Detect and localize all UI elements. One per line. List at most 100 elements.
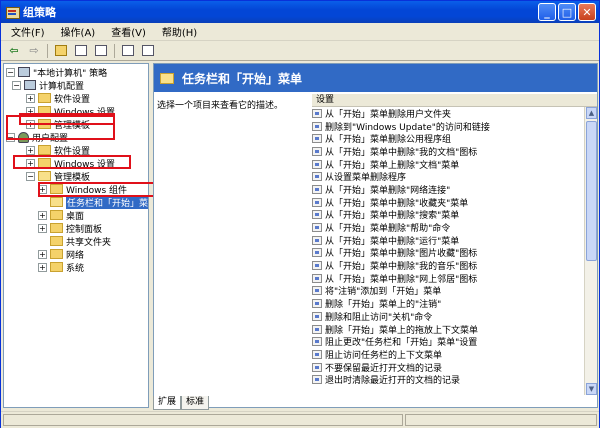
tree-windows-settings-2[interactable]: + Windows 设置 [26, 157, 116, 170]
collapse-icon[interactable]: − [26, 171, 35, 181]
policy-setting-icon [312, 286, 322, 296]
policy-setting-icon [312, 121, 322, 131]
list-item[interactable]: 从「开始」菜单上删除"文档"菜单 [312, 158, 584, 171]
list-item[interactable]: 从「开始」菜单中删除"运行"菜单 [312, 234, 584, 247]
tree-system[interactable]: + 系统 [38, 261, 84, 274]
open-folder-icon [160, 72, 174, 84]
list-item[interactable]: 将"注销"添加到「开始」菜单 [312, 285, 584, 297]
expand-icon[interactable]: + [38, 210, 47, 220]
toolbar: ⇦ ⇨ [1, 41, 599, 61]
help-icon[interactable] [119, 43, 137, 59]
folder-icon [50, 210, 63, 220]
expand-icon[interactable]: + [26, 106, 35, 116]
column-header-settings[interactable]: 设置 [312, 94, 597, 107]
list-item[interactable]: 从「开始」菜单中删除"我的文档"图标 [312, 145, 584, 158]
tree-root[interactable]: − "本地计算机" 策略 [6, 66, 107, 79]
expand-icon[interactable]: + [38, 262, 47, 272]
policy-setting-icon [312, 349, 322, 359]
menu-file[interactable]: 文件(F) [3, 24, 53, 39]
list-item[interactable]: 阻止更改"任务栏和「开始」菜单"设置 [312, 335, 584, 348]
policy-setting-icon [312, 108, 322, 118]
list-item[interactable]: 从「开始」菜单删除公用程序组 [312, 132, 584, 145]
list-item[interactable]: 阻止访问任务栏的上下文菜单 [312, 348, 584, 361]
menu-action[interactable]: 操作(A) [53, 24, 104, 39]
show-tree-icon[interactable] [72, 43, 90, 59]
list-item[interactable]: 从设置菜单删除程序 [312, 170, 584, 183]
list-item[interactable]: 删除到"Windows Update"的访问和链接 [312, 120, 584, 133]
policy-setting-icon [312, 273, 322, 283]
tree-label: 网络 [66, 250, 85, 261]
policy-setting-icon [312, 299, 322, 309]
tree-label: Windows 设置 [54, 159, 116, 170]
expand-icon[interactable]: + [38, 223, 47, 233]
properties-icon[interactable] [139, 43, 157, 59]
tree-label: 计算机配置 [39, 81, 85, 92]
policy-setting-icon [312, 337, 322, 347]
vertical-scrollbar[interactable]: ▲ ▼ [584, 107, 597, 395]
up-folder-icon[interactable] [52, 43, 70, 59]
tree-admin-templates-1[interactable]: + 管理模板 [26, 118, 90, 131]
settings-list: 从「开始」菜单删除用户文件夹 删除到"Windows Update"的访问和链接… [312, 107, 584, 395]
tab-extended[interactable]: 扩展 [153, 396, 182, 410]
tree-computer-config[interactable]: − 计算机配置 [12, 79, 85, 92]
expand-icon[interactable]: + [26, 145, 35, 155]
description-text: 选择一个项目来查看它的描述。 [157, 101, 284, 111]
expand-icon[interactable]: + [38, 249, 47, 259]
status-cell [3, 414, 403, 426]
scroll-thumb[interactable] [586, 121, 597, 261]
expand-icon[interactable]: + [26, 158, 35, 168]
list-item[interactable]: 从「开始」菜单删除"网络连接" [312, 183, 584, 196]
toolbar-separator [47, 43, 48, 58]
tree-taskbar-start[interactable]: 任务栏和「开始」菜单 [38, 195, 148, 209]
list-item[interactable]: 删除和阻止访问"关机"命令 [312, 310, 584, 323]
list-item[interactable]: 从「开始」菜单删除用户文件夹 [312, 107, 584, 120]
tree-windows-components[interactable]: + Windows 组件 [38, 183, 127, 196]
list-item[interactable]: 从「开始」菜单中删除"收藏夹"菜单 [312, 196, 584, 209]
list-item[interactable]: 删除「开始」菜单上的拖放上下文菜单 [312, 323, 584, 336]
list-item[interactable]: 删除「开始」菜单上的"注销" [312, 297, 584, 310]
expand-icon[interactable]: + [38, 184, 47, 194]
tree-label: 任务栏和「开始」菜单 [66, 195, 148, 209]
tree-user-config[interactable]: − 用户配置 [6, 131, 68, 144]
tree-software-settings-1[interactable]: + 软件设置 [26, 92, 91, 105]
tree-control-panel[interactable]: + 控制面板 [38, 222, 102, 235]
list-item[interactable]: 从「开始」菜单中删除"图片收藏"图标 [312, 247, 584, 259]
expand-icon[interactable]: + [26, 119, 35, 129]
tree-network[interactable]: + 网络 [38, 248, 85, 261]
collapse-icon[interactable]: − [6, 67, 15, 77]
tree-windows-settings-1[interactable]: + Windows 设置 [26, 105, 115, 118]
minimize-button[interactable]: _ [538, 3, 556, 21]
policy-setting-icon [312, 235, 322, 245]
expand-icon[interactable]: + [26, 93, 35, 103]
title-bar[interactable]: 组策略 _ □ ✕ [1, 1, 599, 23]
tree-desktop[interactable]: + 桌面 [38, 209, 85, 222]
tree-admin-templates-2[interactable]: − 管理模板 [26, 170, 90, 183]
view-tabs: 扩展 标准 [153, 396, 210, 410]
scroll-up-arrow-icon[interactable]: ▲ [586, 107, 597, 119]
tree-software-settings-2[interactable]: + 软件设置 [26, 144, 90, 157]
tree-label: 桌面 [66, 211, 85, 222]
list-item[interactable]: 退出时清除最近打开的文档的记录 [312, 373, 584, 386]
close-button[interactable]: ✕ [578, 3, 596, 21]
back-arrow-icon[interactable]: ⇦ [5, 43, 23, 59]
list-item[interactable]: 不要保留最近打开文档的记录 [312, 361, 584, 374]
tree-shared-folders[interactable]: 共享文件夹 [38, 235, 111, 248]
maximize-button[interactable]: □ [558, 3, 576, 21]
list-item[interactable]: 从「开始」菜单中删除"我的音乐"图标 [312, 259, 584, 272]
collapse-icon[interactable]: − [6, 132, 15, 142]
list-item[interactable]: 从「开始」菜单删除"帮助"命令 [312, 221, 584, 234]
policy-setting-icon [312, 223, 322, 233]
list-item[interactable]: 从「开始」菜单中删除"网上邻居"图标 [312, 272, 584, 285]
details-title: 任务栏和「开始」菜单 [182, 71, 303, 86]
tab-standard[interactable]: 标准 [181, 396, 210, 410]
folder-icon [38, 93, 51, 103]
menu-help[interactable]: 帮助(H) [154, 24, 205, 39]
collapse-icon[interactable]: − [12, 80, 21, 90]
tree-label: 软件设置 [54, 94, 91, 105]
export-list-icon[interactable] [92, 43, 110, 59]
menu-view[interactable]: 查看(V) [103, 24, 154, 39]
list-item[interactable]: 从「开始」菜单中删除"搜索"菜单 [312, 209, 584, 221]
forward-arrow-icon[interactable]: ⇨ [25, 43, 43, 59]
folder-icon [50, 236, 63, 246]
scroll-down-arrow-icon[interactable]: ▼ [586, 383, 597, 395]
